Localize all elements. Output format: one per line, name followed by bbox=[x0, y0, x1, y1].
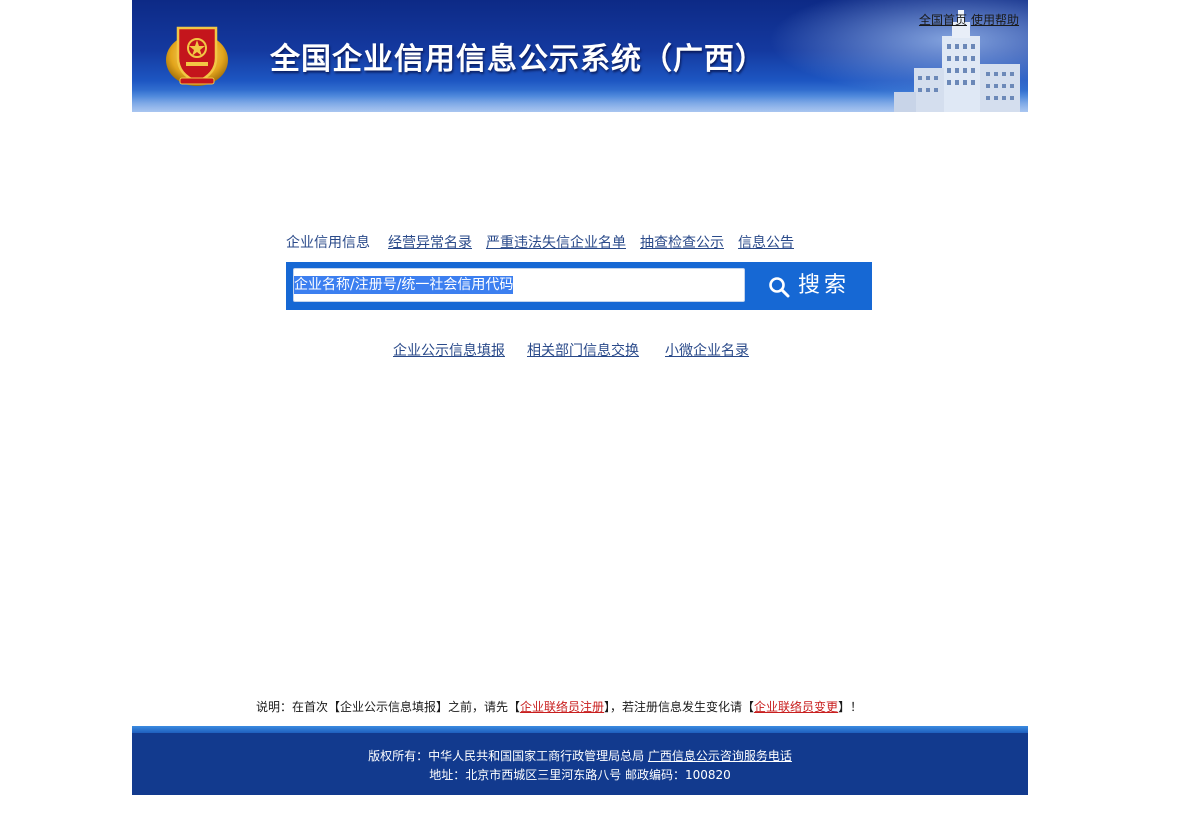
search-button[interactable]: 搜索 bbox=[764, 268, 862, 304]
nav-info-announcement[interactable]: 信息公告 bbox=[738, 235, 794, 251]
nav-abnormal-operation-list[interactable]: 经营异常名录 bbox=[388, 235, 472, 251]
site-header: 全国企业信用信息公示系统（广西） 全国首页 使用帮助 bbox=[132, 0, 1028, 112]
footer-copyright: 版权所有：中华人民共和国国家工商行政管理局总局 广西信息公示咨询服务电话 bbox=[368, 749, 792, 763]
enterprise-info-report-link[interactable]: 企业公示信息填报 bbox=[393, 343, 505, 359]
magnifier-icon bbox=[769, 277, 790, 298]
main-nav: 企业信用信息 经营异常名录 严重违法失信企业名单 抽查检查公示 信息公告 bbox=[286, 232, 808, 252]
liaison-register-link[interactable]: 企业联络员注册 bbox=[520, 700, 604, 714]
national-emblem-icon bbox=[166, 26, 228, 86]
search-input[interactable]: 企业名称/注册号/统一社会信用代码 bbox=[293, 268, 745, 302]
dept-info-exchange-link[interactable]: 相关部门信息交换 bbox=[527, 343, 639, 359]
help-link[interactable]: 使用帮助 bbox=[971, 13, 1019, 27]
search-bar: 企业名称/注册号/统一社会信用代码 搜索 bbox=[286, 262, 872, 310]
search-input-value: 企业名称/注册号/统一社会信用代码 bbox=[294, 276, 514, 294]
micro-enterprise-list-link[interactable]: 小微企业名录 bbox=[665, 343, 749, 359]
site-title: 全国企业信用信息公示系统（广西） bbox=[270, 42, 766, 77]
home-link[interactable]: 全国首页 bbox=[919, 13, 967, 27]
footer-address: 地址：北京市西城区三里河东路八号 邮政编码：100820 bbox=[429, 768, 731, 782]
site-footer: 版权所有：中华人民共和国国家工商行政管理局总局 广西信息公示咨询服务电话 地址：… bbox=[132, 726, 1028, 795]
nav-spot-check-publicity[interactable]: 抽查检查公示 bbox=[640, 235, 724, 251]
sub-links: 企业公示信息填报 相关部门信息交换 小微企业名录 bbox=[393, 340, 749, 360]
page: 全国企业信用信息公示系统（广西） 全国首页 使用帮助 企业信用信息 经营异常名录… bbox=[0, 0, 1200, 814]
search-button-label: 搜索 bbox=[798, 273, 851, 298]
top-links: 全国首页 使用帮助 bbox=[915, 11, 1019, 28]
registration-note: 说明：在首次【企业公示信息填报】之前，请先【企业联络员注册】，若注册信息发生变化… bbox=[256, 700, 863, 714]
liaison-change-link[interactable]: 企业联络员变更 bbox=[754, 700, 838, 714]
nav-serious-violation-list[interactable]: 严重违法失信企业名单 bbox=[486, 235, 626, 251]
hotline-link[interactable]: 广西信息公示咨询服务电话 bbox=[648, 749, 792, 763]
nav-enterprise-credit-info[interactable]: 企业信用信息 bbox=[286, 235, 370, 251]
